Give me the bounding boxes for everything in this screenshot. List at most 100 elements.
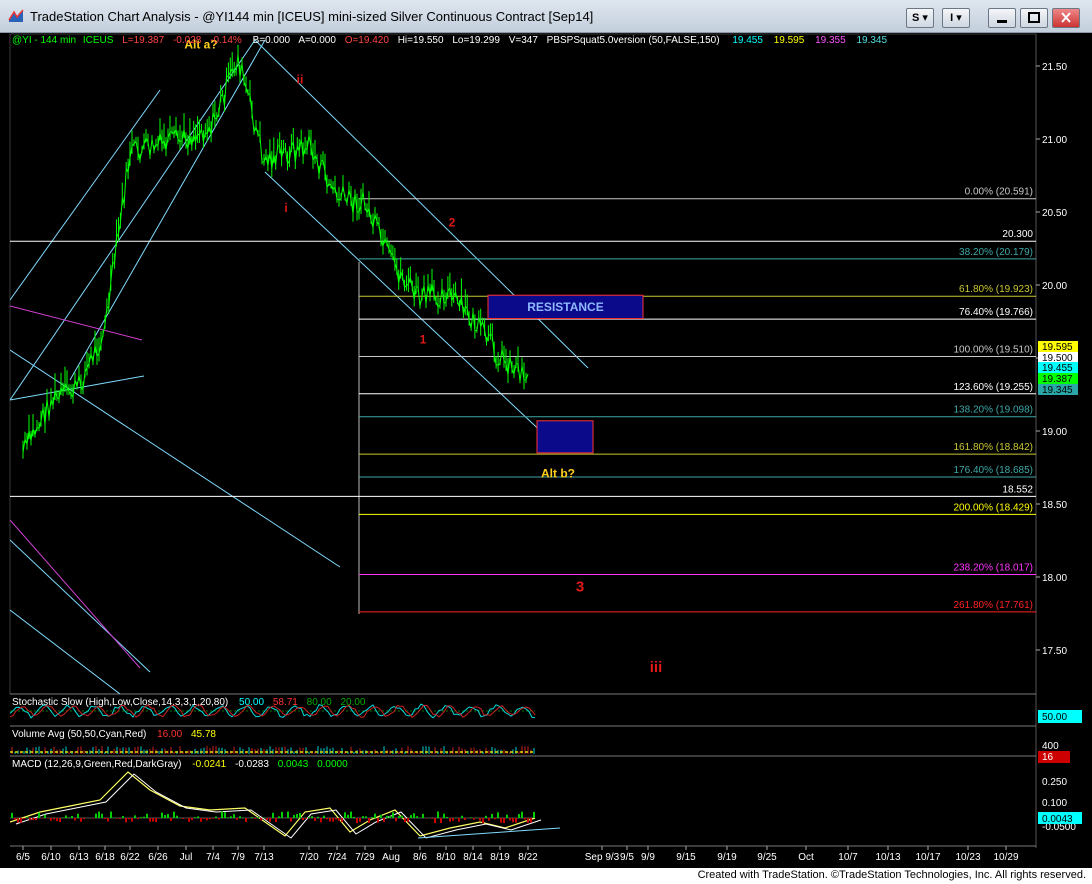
minimize-button[interactable]	[988, 8, 1016, 28]
window-title: TradeStation Chart Analysis - @YI144 min…	[30, 9, 594, 24]
fib-level-label: 161.80% (18.842)	[953, 442, 1033, 453]
wave-label: 2	[449, 216, 456, 230]
macd-signal-line	[15, 773, 542, 839]
y-tick-label: 18.50	[1042, 500, 1067, 511]
fib-level-label: 261.80% (17.761)	[953, 600, 1033, 611]
wave-label: i	[284, 201, 287, 215]
maximize-icon	[1028, 12, 1040, 23]
x-tick-label: Sep 9/3	[585, 852, 620, 863]
copyright-text: Created with TradeStation. ©TradeStation…	[697, 869, 1086, 881]
price-marker-text: 19.387	[1042, 374, 1073, 385]
x-tick-label: 9/15	[676, 852, 696, 863]
fib-level-label: 176.40% (18.685)	[953, 465, 1033, 476]
x-tick-label: 8/19	[490, 852, 510, 863]
fib-level-label: 123.60% (19.255)	[953, 382, 1033, 393]
x-tick-label: 6/13	[69, 852, 89, 863]
x-tick-label: Oct	[798, 852, 814, 863]
fib-level-label: 200.00% (18.429)	[953, 502, 1033, 513]
stoch-marker-text: 50.00	[1042, 712, 1067, 723]
y-tick-label: 21.00	[1042, 135, 1067, 146]
y-tick-label: 17.50	[1042, 646, 1067, 657]
y-tick-label: 20.00	[1042, 281, 1067, 292]
fib-level-label: 238.20% (18.017)	[953, 563, 1033, 574]
x-tick-label: 6/5	[16, 852, 30, 863]
volume-header: Volume Avg (50,50,Cyan,Red) 16.00 45.78	[12, 729, 216, 740]
chart-window: TradeStation Chart Analysis - @YI144 min…	[0, 0, 1092, 868]
title-bar[interactable]: TradeStation Chart Analysis - @YI144 min…	[0, 0, 1092, 33]
stoch-header: Stochastic Slow (High,Low,Close,14,3,3,1…	[12, 697, 366, 708]
study-value-1: 19.455	[732, 35, 763, 46]
price-marker-text: 19.345	[1042, 385, 1073, 396]
wave-label: iii	[650, 659, 663, 676]
close-icon	[1061, 12, 1071, 23]
x-tick-label: Aug	[382, 852, 400, 863]
fib-level-label: 100.00% (19.510)	[953, 345, 1033, 356]
macd-value-2: -0.0283	[235, 759, 269, 770]
x-tick-label: 9/9	[641, 852, 655, 863]
target-zone	[536, 420, 594, 454]
last-price: L=19.387	[122, 35, 164, 46]
x-tick-label: 8/14	[463, 852, 483, 863]
wave-label: 1	[420, 332, 427, 346]
x-tick-label: 8/6	[413, 852, 427, 863]
volume-value-1: 16.00	[157, 729, 182, 740]
price-markers: 19.59519.50019.45519.38719.345	[1038, 341, 1078, 396]
x-tick-label: 7/13	[254, 852, 274, 863]
wave-label: 3	[576, 579, 584, 596]
ask-price: A=0.000	[298, 35, 336, 46]
x-tick-label: 10/23	[955, 852, 980, 863]
x-tick-label: 10/13	[875, 852, 900, 863]
x-tick-label: 10/7	[838, 852, 858, 863]
x-tick-label: 9/19	[717, 852, 737, 863]
tradestation-logo-icon	[8, 9, 24, 22]
fib-level-label: 20.300	[1002, 229, 1033, 240]
volume-axis-tick: 400	[1042, 741, 1059, 752]
x-tick-label: 6/26	[148, 852, 168, 863]
volume-value-2: 45.78	[191, 729, 216, 740]
study-value-4: 19.345	[856, 35, 887, 46]
price-chart[interactable]: 0.00% (20.591) 20.300 38.20% (20.179) 61.80…	[0, 32, 1092, 868]
macd-value-3: 0.0043	[278, 759, 309, 770]
study-value-2: 19.595	[774, 35, 805, 46]
volume-label: Volume Avg (50,50,Cyan,Red)	[12, 729, 146, 740]
x-tick-label: 8/10	[436, 852, 456, 863]
x-tick-label: 6/10	[41, 852, 61, 863]
symbol-label: @YI - 144 min	[12, 35, 76, 46]
x-tick-label: 9/25	[757, 852, 777, 863]
low-price: Lo=19.299	[452, 35, 500, 46]
y-tick-label: 19.00	[1042, 427, 1067, 438]
wave-label: Alt b?	[541, 467, 575, 481]
maximize-button[interactable]	[1020, 8, 1048, 28]
volume-bars	[11, 746, 535, 754]
macd-marker-text: 0.0043	[1042, 814, 1073, 825]
exchange-label: ICEUS	[83, 35, 114, 46]
x-tick-label: 7/29	[355, 852, 375, 863]
x-tick-label: 7/9	[231, 852, 245, 863]
x-tick-label: 10/17	[915, 852, 940, 863]
macd-tick-1: 0.250	[1042, 777, 1067, 788]
wave-label: ii	[297, 73, 304, 87]
x-tick-label: 7/20	[299, 852, 319, 863]
close-button[interactable]	[1052, 8, 1080, 28]
x-tick-label: 10/29	[993, 852, 1018, 863]
pct-change: -0.14%	[210, 35, 242, 46]
interval-menu-button[interactable]: I ▾	[942, 8, 970, 28]
x-tick-label: 9/5	[620, 852, 634, 863]
macd-value-4: 0.0000	[317, 759, 348, 770]
study-label: PBSPSquat5.0version (50,FALSE,150)	[547, 35, 720, 46]
net-change: -0.028	[173, 35, 202, 46]
x-tick-label: 6/18	[95, 852, 115, 863]
macd-label: MACD (12,26,9,Green,Red,DarkGray)	[12, 759, 182, 770]
volume-value: V=347	[509, 35, 539, 46]
fib-level-label: 138.20% (19.098)	[953, 405, 1033, 416]
symbol-menu-button[interactable]: S ▾	[906, 8, 934, 28]
minimize-icon	[997, 20, 1007, 23]
price-marker-text: 19.595	[1042, 342, 1073, 353]
footer: Created with TradeStation. ©TradeStation…	[0, 868, 1092, 884]
fib-level-label: 76.40% (19.766)	[959, 307, 1033, 318]
fib-level-label: 0.00% (20.591)	[965, 187, 1033, 198]
macd-plot	[10, 771, 561, 839]
fib-level-label: 38.20% (20.179)	[959, 247, 1033, 258]
macd-tick-2: 0.100	[1042, 798, 1067, 809]
zone-label: RESISTANCE	[527, 300, 603, 314]
